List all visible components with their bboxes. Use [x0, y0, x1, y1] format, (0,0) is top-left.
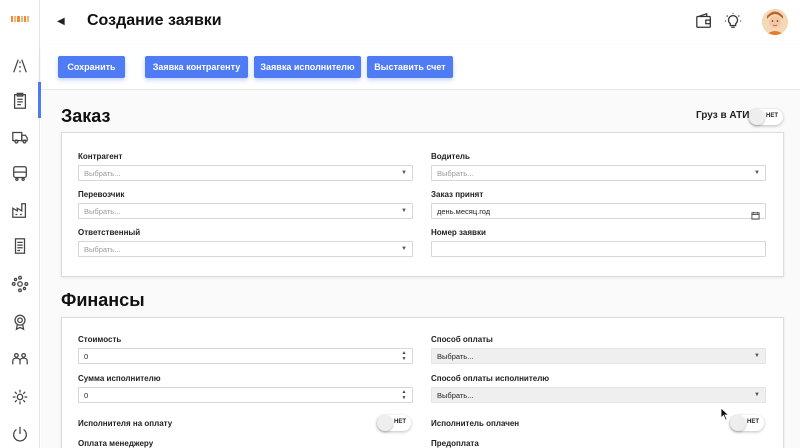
- back-arrow-icon[interactable]: ◀: [57, 16, 69, 28]
- order-accepted-label: Заказ принят: [431, 190, 484, 199]
- executor-request-button[interactable]: Заявка исполнителю: [254, 56, 361, 78]
- number-stepper-icon[interactable]: ▲ ▼: [400, 350, 408, 362]
- main-content: Заказ Груз в АТИ НЕТ Контрагент Выбрать.…: [41, 90, 800, 448]
- sidebar: [0, 0, 41, 448]
- payment-method-select[interactable]: Выбрать... ▼: [431, 348, 766, 364]
- carrier-select[interactable]: Выбрать... ▼: [78, 203, 413, 219]
- cost-label: Стоимость: [78, 335, 122, 344]
- executor-paid-toggle[interactable]: НЕТ: [730, 415, 764, 431]
- number-stepper-icon[interactable]: ▲ ▼: [400, 389, 408, 401]
- request-number-input[interactable]: [431, 241, 766, 257]
- truck-icon[interactable]: [10, 127, 30, 147]
- driver-select[interactable]: Выбрать... ▼: [431, 165, 766, 181]
- document-icon[interactable]: [10, 236, 30, 256]
- executor-payment-method-select[interactable]: Выбрать... ▼: [431, 387, 766, 403]
- manager-payment-label: Оплата менеджеру: [78, 439, 154, 448]
- counterparty-request-button[interactable]: Заявка контрагенту: [145, 56, 248, 78]
- payment-method-label: Способ оплаты: [431, 335, 493, 344]
- save-button[interactable]: Сохранить: [58, 56, 125, 78]
- order-card: Контрагент Выбрать... ▼ Перевозчик Выбра…: [61, 132, 784, 277]
- calendar-icon[interactable]: [751, 207, 760, 220]
- cargo-ati-label: Груз в АТИ: [696, 110, 750, 121]
- chevron-down-icon: ▼: [401, 170, 407, 176]
- executor-to-pay-label: Исполнителя на оплату: [78, 419, 173, 428]
- request-number-label: Номер заявки: [431, 228, 486, 237]
- settings-icon[interactable]: [10, 387, 30, 407]
- road-icon[interactable]: [10, 56, 30, 76]
- responsible-select[interactable]: Выбрать... ▼: [78, 241, 413, 257]
- chevron-down-icon: ▼: [754, 353, 760, 359]
- action-toolbar: Сохранить Заявка контрагенту Заявка испо…: [41, 45, 800, 90]
- page-title: Создание заявки: [87, 12, 222, 29]
- app-logo[interactable]: [11, 16, 30, 22]
- clipboard-icon[interactable]: [10, 91, 30, 111]
- cost-input[interactable]: 0 ▲ ▼: [78, 348, 413, 364]
- bus-icon[interactable]: [10, 163, 30, 183]
- avatar[interactable]: [762, 9, 788, 35]
- counterparty-label: Контрагент: [78, 152, 123, 161]
- mouse-cursor-icon: [720, 407, 730, 421]
- executor-paid-label: Исполнитель оплачен: [431, 419, 520, 428]
- power-icon[interactable]: [10, 424, 30, 444]
- chevron-down-icon: ▼: [401, 246, 407, 252]
- executor-payment-method-label: Способ оплаты исполнителю: [431, 374, 550, 383]
- executor-sum-input[interactable]: 0 ▲ ▼: [78, 387, 413, 403]
- order-section-title: Заказ: [61, 106, 111, 126]
- executor-to-pay-toggle[interactable]: НЕТ: [377, 415, 411, 431]
- wallet-icon[interactable]: [695, 12, 713, 30]
- executor-sum-label: Сумма исполнителю: [78, 374, 161, 383]
- counterparty-select[interactable]: Выбрать... ▼: [78, 165, 413, 181]
- finance-card: Стоимость 0 ▲ ▼ Сумма исполнителю 0 ▲ ▼ Ис…: [61, 317, 784, 448]
- prepayment-label: Предоплата: [431, 439, 479, 448]
- responsible-label: Ответственный: [78, 228, 141, 237]
- driver-label: Водитель: [431, 152, 470, 161]
- order-accepted-date-input[interactable]: день.месяц.год: [431, 203, 766, 220]
- cargo-ati-toggle[interactable]: НЕТ: [749, 109, 783, 125]
- finance-section-title: Финансы: [61, 290, 145, 310]
- header: ◀ Создание заявки: [41, 0, 800, 45]
- medal-icon[interactable]: [10, 312, 30, 332]
- lightbulb-icon[interactable]: [724, 12, 742, 30]
- chevron-down-icon: ▼: [754, 170, 760, 176]
- chevron-down-icon: ▼: [401, 208, 407, 214]
- invoice-button[interactable]: Выставить счет: [367, 56, 453, 78]
- network-icon[interactable]: [10, 274, 30, 294]
- chevron-down-icon: ▼: [754, 392, 760, 398]
- factory-icon[interactable]: [10, 200, 30, 220]
- team-icon[interactable]: [10, 349, 30, 369]
- carrier-label: Перевозчик: [78, 190, 125, 199]
